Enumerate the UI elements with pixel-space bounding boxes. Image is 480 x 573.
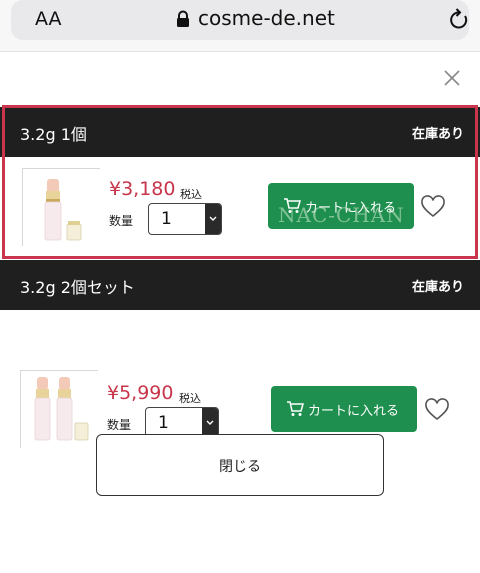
lip-product-image bbox=[21, 371, 99, 449]
variant-body: ¥5,990 税込 数量 1 カートに入れる bbox=[0, 310, 480, 449]
price: ¥3,180 bbox=[109, 178, 176, 200]
stock-status: 在庫あり bbox=[411, 280, 464, 295]
variant-row-1: 3.2g 1個 在庫あり ¥3,180 税込 数量 1 カートに入れる bbox=[0, 107, 480, 261]
add-to-cart-button[interactable]: カートに入れる bbox=[268, 183, 414, 229]
quantity-label: 数量 bbox=[109, 214, 134, 228]
tax-label: 税込 bbox=[179, 392, 201, 405]
quantity-value: 1 bbox=[161, 209, 172, 229]
close-button[interactable]: 閉じる bbox=[96, 434, 384, 496]
variant-body: ¥3,180 税込 数量 1 カートに入れる bbox=[0, 157, 480, 261]
add-to-cart-button[interactable]: カートに入れる bbox=[271, 386, 417, 432]
reload-icon[interactable] bbox=[448, 7, 470, 31]
quantity-value: 1 bbox=[158, 413, 169, 433]
tax-label: 税込 bbox=[180, 188, 202, 201]
variant-name: 3.2g 1個 bbox=[20, 125, 87, 144]
heart-icon[interactable] bbox=[424, 398, 450, 422]
cart-icon bbox=[284, 198, 301, 213]
browser-toolbar: AA cosme-de.net bbox=[0, 0, 480, 52]
close-icon[interactable] bbox=[441, 67, 463, 89]
close-button-label: 閉じる bbox=[219, 459, 261, 475]
address-bar[interactable]: AA cosme-de.net bbox=[11, 0, 469, 40]
chevron-down-icon bbox=[209, 216, 217, 221]
dropdown-button[interactable] bbox=[205, 204, 221, 234]
url-text: cosme-de.net bbox=[198, 6, 335, 30]
lip-product-image bbox=[23, 169, 101, 247]
add-to-cart-label: カートに入れる bbox=[305, 201, 397, 216]
quantity-select[interactable]: 1 bbox=[148, 203, 222, 235]
add-to-cart-label: カートに入れる bbox=[308, 404, 400, 419]
text-size-label: AA bbox=[35, 8, 62, 30]
stock-status: 在庫あり bbox=[411, 127, 464, 142]
variant-row-2: 3.2g 2個セット 在庫あり ¥5,990 税込 数量 1 カートに入れる bbox=[0, 260, 480, 449]
cart-icon bbox=[287, 401, 304, 416]
price: ¥5,990 bbox=[107, 382, 174, 404]
heart-icon[interactable] bbox=[420, 195, 446, 219]
variant-header: 3.2g 1個 在庫あり bbox=[0, 107, 480, 157]
lock-icon bbox=[177, 10, 189, 27]
text-size-button[interactable]: AA bbox=[35, 8, 62, 30]
quantity-label: 数量 bbox=[107, 418, 132, 432]
variant-name: 3.2g 2個セット bbox=[20, 278, 135, 297]
product-thumbnail[interactable] bbox=[20, 370, 99, 449]
variant-header: 3.2g 2個セット 在庫あり bbox=[0, 260, 480, 310]
product-thumbnail[interactable] bbox=[22, 168, 101, 247]
chevron-down-icon bbox=[206, 420, 214, 425]
